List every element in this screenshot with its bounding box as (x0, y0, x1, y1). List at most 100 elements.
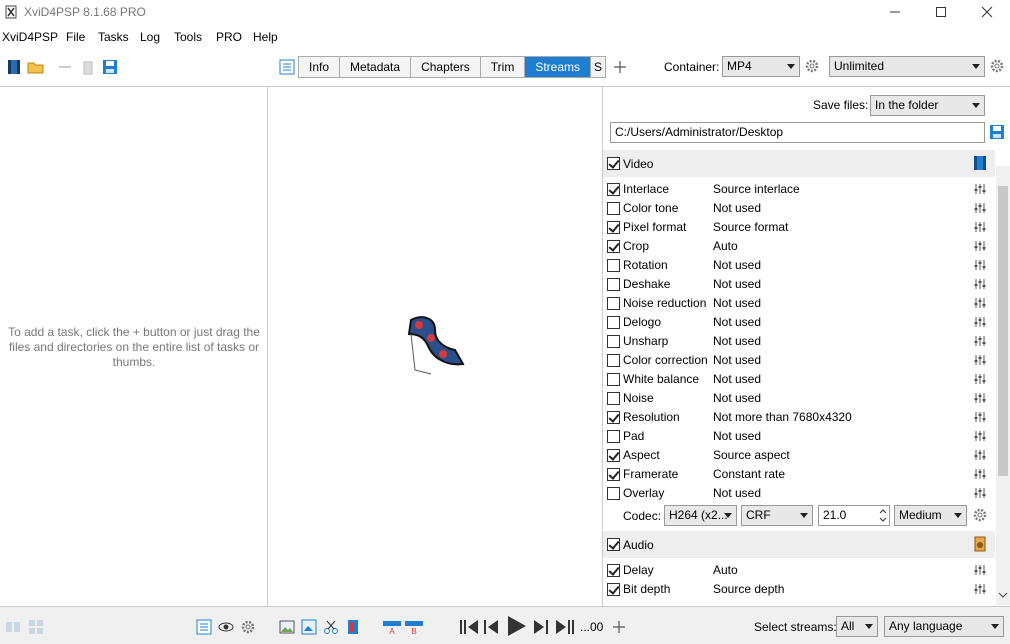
picture-grid-icon[interactable] (301, 619, 317, 635)
container-select[interactable]: MP4 (722, 56, 800, 77)
resolution-checkbox[interactable] (607, 411, 620, 424)
filter-row-rotation[interactable]: Rotation Not used (603, 256, 995, 275)
deshake-checkbox[interactable] (607, 278, 620, 291)
video-enabled-checkbox[interactable] (607, 157, 620, 170)
filter-value[interactable]: Not used (713, 315, 761, 329)
streams-select[interactable]: All (836, 616, 878, 637)
filter-value[interactable]: Source depth (713, 582, 784, 596)
pad-checkbox[interactable] (607, 430, 620, 443)
filter-value[interactable]: Auto (713, 563, 738, 577)
adjust-sliders-icon[interactable] (974, 354, 986, 366)
eye-icon[interactable] (218, 619, 234, 635)
audio-section-header[interactable]: Audio (603, 531, 995, 558)
menu-tasks[interactable]: Tasks (98, 30, 129, 44)
filter-value[interactable]: Not used (713, 353, 761, 367)
save-path-icon[interactable] (989, 124, 1005, 140)
adjust-sliders-icon[interactable] (974, 449, 986, 461)
save-location-select[interactable]: In the folder (870, 95, 985, 116)
filter-value[interactable]: Not used (713, 372, 761, 386)
trash-icon[interactable] (79, 58, 97, 76)
adjust-sliders-icon[interactable] (974, 564, 986, 576)
filter-row-white-balance[interactable]: White balance Not used (603, 370, 995, 389)
filter-row-noise-reduction[interactable]: Noise reduction Not used (603, 294, 995, 313)
grid-view-icon[interactable] (28, 619, 44, 635)
menu-pro[interactable]: PRO (216, 30, 242, 44)
step-back-icon[interactable] (482, 617, 500, 637)
filter-row-delogo[interactable]: Delogo Not used (603, 313, 995, 332)
tab-streams[interactable]: Streams (525, 57, 591, 77)
noise-reduction-checkbox[interactable] (607, 297, 620, 310)
cut-icon[interactable] (323, 619, 339, 635)
interlace-checkbox[interactable] (607, 183, 620, 196)
adjust-sliders-icon[interactable] (974, 583, 986, 595)
streams-scrollbar[interactable] (996, 166, 1010, 605)
filter-row-unsharp[interactable]: Unsharp Not used (603, 332, 995, 351)
output-path-field[interactable]: C:/Users/Administrator/Desktop (610, 122, 985, 143)
frame-b-icon[interactable]: B (404, 619, 424, 635)
filter-row-color-correction[interactable]: Color correction Not used (603, 351, 995, 370)
adjust-sliders-icon[interactable] (974, 297, 986, 309)
aspect-checkbox[interactable] (607, 449, 620, 462)
skip-forward-icon[interactable] (554, 617, 576, 637)
adjust-sliders-icon[interactable] (974, 183, 986, 195)
properties-icon[interactable] (196, 619, 212, 635)
adjust-sliders-icon[interactable] (974, 487, 986, 499)
adjust-sliders-icon[interactable] (974, 468, 986, 480)
step-forward-icon[interactable] (532, 617, 550, 637)
container-settings-gear-icon[interactable] (804, 58, 820, 74)
filter-value[interactable]: Constant rate (713, 467, 785, 481)
adjust-sliders-icon[interactable] (974, 335, 986, 347)
add-icon[interactable] (611, 619, 627, 635)
add-tab-icon[interactable] (612, 59, 628, 75)
codec-select[interactable]: H264 (x2... (664, 505, 737, 526)
menu-xvid4psp[interactable]: XviD4PSP (2, 30, 58, 44)
image-frame-icon[interactable] (279, 619, 295, 635)
color-correction-checkbox[interactable] (607, 354, 620, 367)
delay-checkbox[interactable] (607, 564, 620, 577)
adjust-sliders-icon[interactable] (974, 278, 986, 290)
video-film-icon[interactable] (973, 155, 987, 171)
filter-value[interactable]: Source interlace (713, 182, 800, 196)
overlay-checkbox[interactable] (607, 487, 620, 500)
pixel-format-checkbox[interactable] (607, 221, 620, 234)
rotation-checkbox[interactable] (607, 259, 620, 272)
unsharp-checkbox[interactable] (607, 335, 620, 348)
menu-log[interactable]: Log (140, 30, 160, 44)
play-icon[interactable] (504, 614, 528, 638)
adjust-sliders-icon[interactable] (974, 430, 986, 442)
stepper-arrows-icon[interactable] (878, 507, 888, 524)
filter-row-resolution[interactable]: Resolution Not more than 7680x4320 (603, 408, 995, 427)
adjust-sliders-icon[interactable] (974, 202, 986, 214)
bookmark-icon[interactable] (345, 619, 361, 635)
filter-value[interactable]: Not used (713, 391, 761, 405)
crop-checkbox[interactable] (607, 240, 620, 253)
rate-mode-select[interactable]: CRF (741, 505, 813, 526)
open-folder-icon[interactable] (27, 58, 45, 76)
film-icon[interactable] (5, 58, 23, 76)
thumbnails-icon[interactable] (5, 619, 21, 635)
color-tone-checkbox[interactable] (607, 202, 620, 215)
filter-value[interactable]: Not used (713, 258, 761, 272)
noise-checkbox[interactable] (607, 392, 620, 405)
save-icon[interactable] (101, 58, 119, 76)
adjust-sliders-icon[interactable] (974, 392, 986, 404)
skip-back-icon[interactable] (458, 617, 480, 637)
filter-value[interactable]: Not used (713, 334, 761, 348)
filter-value[interactable]: Not used (713, 277, 761, 291)
tab-chapters[interactable]: Chapters (411, 57, 481, 77)
minimize-button[interactable] (872, 0, 918, 24)
preset-select[interactable]: Medium (894, 505, 967, 526)
adjust-sliders-icon[interactable] (974, 316, 986, 328)
adjust-sliders-icon[interactable] (974, 221, 986, 233)
filter-value[interactable]: Source format (713, 220, 788, 234)
framerate-checkbox[interactable] (607, 468, 620, 481)
filter-row-crop[interactable]: Crop Auto (603, 237, 995, 256)
remove-icon[interactable] (56, 58, 74, 76)
language-select[interactable]: Any language (884, 616, 1004, 637)
filter-value[interactable]: Not used (713, 296, 761, 310)
list-view-icon[interactable] (278, 58, 296, 76)
adjust-sliders-icon[interactable] (974, 259, 986, 271)
tab-metadata[interactable]: Metadata (340, 57, 412, 77)
menu-tools[interactable]: Tools (174, 30, 202, 44)
filter-value[interactable]: Not more than 7680x4320 (713, 410, 852, 424)
